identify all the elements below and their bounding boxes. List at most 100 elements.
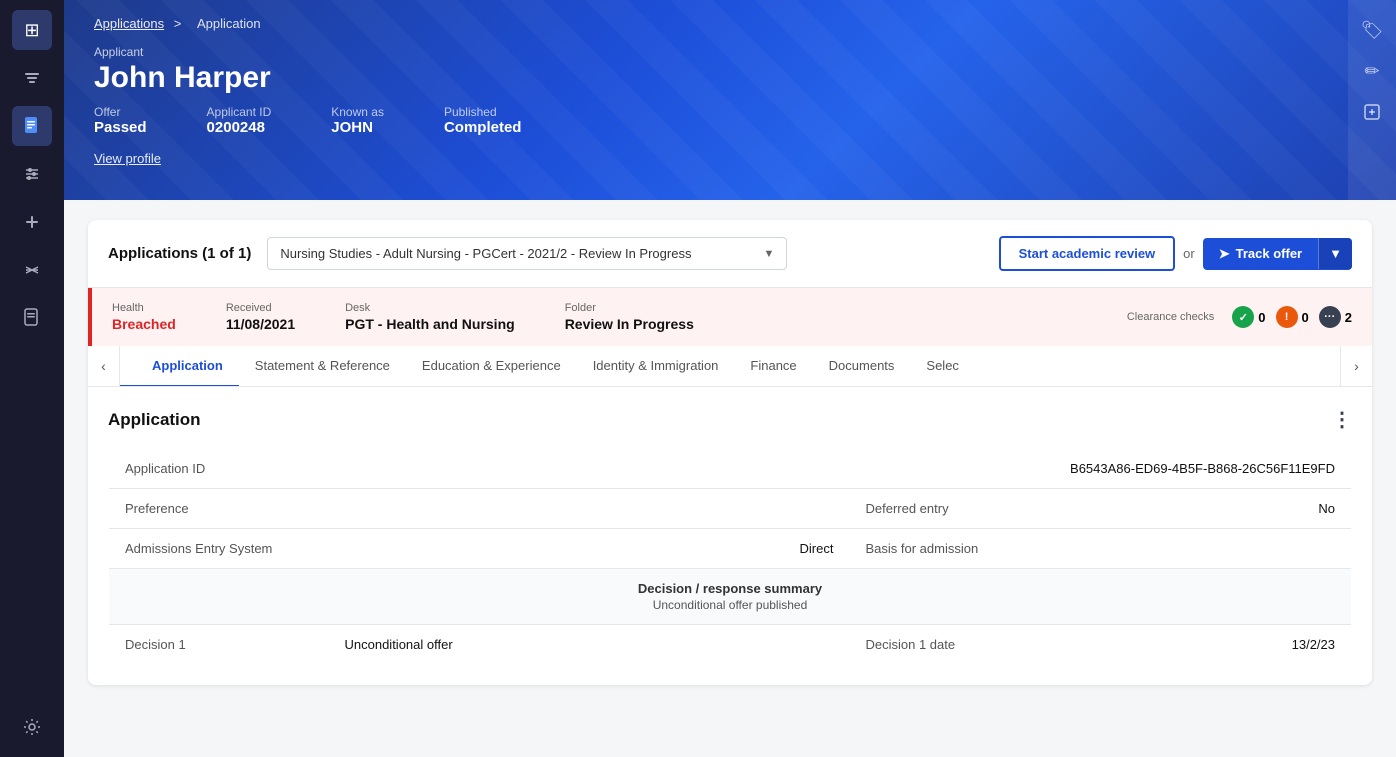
meta-applicant-id: Applicant ID 0200248 <box>207 105 272 136</box>
tab-application[interactable]: Application <box>104 346 239 387</box>
decision1-date-value: 13/2/23 <box>1069 625 1351 665</box>
desk-label: Desk <box>345 302 515 314</box>
tab-finance[interactable]: Finance <box>734 346 812 387</box>
sidebar-icon-filter[interactable] <box>12 58 52 98</box>
edit-icon[interactable]: ✏ <box>1364 61 1379 82</box>
sidebar-icon-settings[interactable] <box>12 707 52 747</box>
app-selector-dropdown[interactable]: Nursing Studies - Adult Nursing - PGCert… <box>267 237 787 270</box>
deferred-entry-value: No <box>1069 489 1351 529</box>
tab-selec[interactable]: Selec <box>910 346 975 387</box>
breadcrumb-separator: > <box>174 16 182 31</box>
clearance-check-icon-1: ✓ <box>1232 306 1254 328</box>
view-profile-link[interactable]: View profile <box>94 151 161 166</box>
decision-summary-header: Decision / response summary Unconditiona… <box>109 569 1352 625</box>
status-desk: Desk PGT - Health and Nursing <box>345 302 515 332</box>
meta-known-as: Known as JOHN <box>331 105 384 136</box>
status-received: Received 11/08/2021 <box>226 302 295 332</box>
sidebar-icon-document[interactable] <box>12 106 52 146</box>
health-value: Breached <box>112 316 176 332</box>
sidebar-icon-doc2[interactable] <box>12 298 52 338</box>
sidebar-icon-grid[interactable]: ⊞ <box>12 10 52 50</box>
decision1-date-label: Decision 1 date <box>849 625 1069 665</box>
clearance-count-1: 0 <box>1258 310 1265 325</box>
folder-label: Folder <box>565 302 694 314</box>
basis-value <box>1069 529 1351 569</box>
applicant-name: John Harper <box>94 61 1366 95</box>
header-banner: Applications > Application Applicant Joh… <box>64 0 1396 200</box>
deferred-entry-label: Deferred entry <box>849 489 1069 529</box>
meta-offer: Offer Passed <box>94 105 147 136</box>
clearance-badge-2: ! 0 <box>1276 306 1309 328</box>
tab-documents[interactable]: Documents <box>813 346 911 387</box>
section-title: Application <box>108 410 201 430</box>
published-label: Published <box>444 105 522 119</box>
info-table: Application ID B6543A86-ED69-4B5F-B868-2… <box>108 448 1352 665</box>
tabs: ‹ Application Statement & Reference Educ… <box>88 346 1372 387</box>
content-area: Applications (1 of 1) Nursing Studies - … <box>64 200 1396 757</box>
received-label: Received <box>226 302 295 314</box>
offer-value: Passed <box>94 119 147 136</box>
health-label: Health <box>112 302 176 314</box>
sidebar-icon-plus[interactable] <box>12 202 52 242</box>
applicant-label: Applicant <box>94 45 1366 59</box>
sidebar-icon-sliders[interactable] <box>12 154 52 194</box>
application-section: Application ⋮ Application ID B6543A86-ED… <box>88 387 1372 685</box>
table-row-preference: Preference Deferred entry No <box>109 489 1352 529</box>
decision1-label: Decision 1 <box>109 625 329 665</box>
app-selector-text: Nursing Studies - Adult Nursing - PGCert… <box>280 246 755 261</box>
breadcrumb-applications-link[interactable]: Applications <box>94 16 164 31</box>
decision1-value: Unconditional offer <box>329 625 850 665</box>
actions-area: Start academic review or ➤ Track offer ▼ <box>999 236 1352 271</box>
table-row-decision1: Decision 1 Unconditional offer Decision … <box>109 625 1352 665</box>
track-offer-icon: ➤ <box>1219 246 1230 262</box>
apps-title: Applications (1 of 1) <box>108 245 251 262</box>
clearance-count-2: 0 <box>1302 310 1309 325</box>
chevron-down-icon: ▼ <box>763 248 774 260</box>
tab-scroll-right[interactable]: › <box>1340 346 1372 386</box>
app-id-label: Application ID <box>109 449 329 489</box>
status-health: Health Breached <box>112 302 176 332</box>
clearance-badge-3: ··· 2 <box>1319 306 1352 328</box>
track-offer-button[interactable]: ➤ Track offer ▼ <box>1203 238 1352 270</box>
offer-label: Offer <box>94 105 147 119</box>
start-academic-review-button[interactable]: Start academic review <box>999 236 1176 271</box>
apps-header: Applications (1 of 1) Nursing Studies - … <box>88 220 1372 288</box>
applications-card: Applications (1 of 1) Nursing Studies - … <box>88 220 1372 685</box>
clearance-badge-1: ✓ 0 <box>1232 306 1265 328</box>
tab-education[interactable]: Education & Experience <box>406 346 577 387</box>
app-id-value: B6543A86-ED69-4B5F-B868-26C56F11E9FD <box>329 449 1352 489</box>
section-menu-button[interactable]: ⋮ <box>1332 407 1352 432</box>
header-meta: Offer Passed Applicant ID 0200248 Known … <box>94 105 1366 136</box>
meta-published: Published Completed <box>444 105 522 136</box>
received-value: 11/08/2021 <box>226 316 295 332</box>
applicant-id-label: Applicant ID <box>207 105 272 119</box>
clearance-more-icon: ··· <box>1319 306 1341 328</box>
main-content: Applications > Application Applicant Joh… <box>64 0 1396 757</box>
track-offer-dropdown-arrow[interactable]: ▼ <box>1318 238 1352 269</box>
table-row-admissions: Admissions Entry System Direct Basis for… <box>109 529 1352 569</box>
known-as-label: Known as <box>331 105 384 119</box>
table-row-decision-summary: Decision / response summary Unconditiona… <box>109 569 1352 625</box>
or-text: or <box>1183 246 1195 261</box>
admissions-label: Admissions Entry System <box>109 529 329 569</box>
sidebar: ⊞ <box>0 0 64 757</box>
status-folder: Folder Review In Progress <box>565 302 694 332</box>
clearance-checks: Clearance checks ✓ 0 ! 0 ··· 2 <box>1127 306 1352 328</box>
tab-statement[interactable]: Statement & Reference <box>239 346 406 387</box>
breadcrumb: Applications > Application <box>94 16 1366 31</box>
decision-summary-sub: Unconditional offer published <box>125 598 1335 612</box>
table-row-app-id: Application ID B6543A86-ED69-4B5F-B868-2… <box>109 449 1352 489</box>
preference-label: Preference <box>109 489 329 529</box>
track-offer-main[interactable]: ➤ Track offer <box>1203 238 1318 270</box>
track-offer-label: Track offer <box>1236 246 1302 261</box>
tab-identity[interactable]: Identity & Immigration <box>577 346 735 387</box>
tab-scroll-left[interactable]: ‹ <box>88 346 120 386</box>
basis-label: Basis for admission <box>849 529 1069 569</box>
known-as-value: JOHN <box>331 119 384 136</box>
folder-value: Review In Progress <box>565 316 694 332</box>
sidebar-icon-merge[interactable] <box>12 250 52 290</box>
clearance-count-3: 2 <box>1345 310 1352 325</box>
desk-value: PGT - Health and Nursing <box>345 316 515 332</box>
preference-value <box>329 489 850 529</box>
clearance-label: Clearance checks <box>1127 311 1214 323</box>
